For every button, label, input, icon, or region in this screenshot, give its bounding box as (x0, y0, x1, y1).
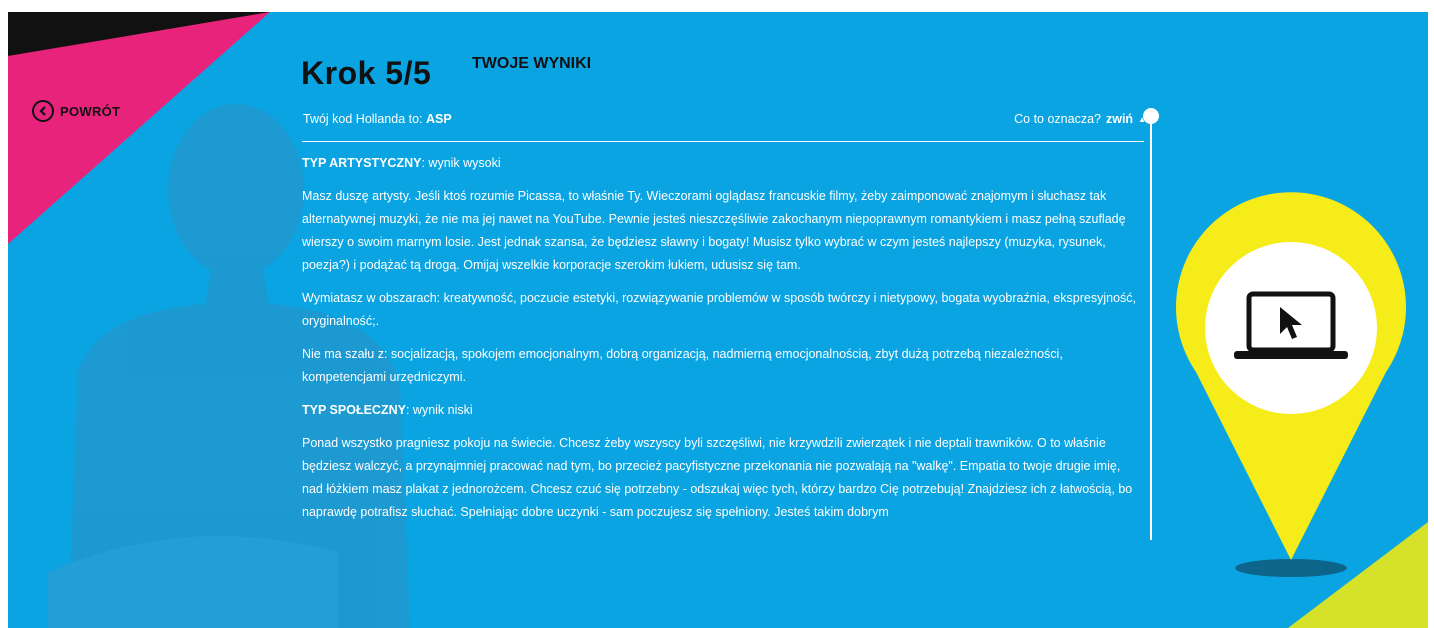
step-title: Krok 5/5 (301, 55, 432, 91)
scrollbar-track[interactable] (1150, 116, 1152, 540)
back-button[interactable]: POWRÓT (32, 100, 120, 122)
type-heading: TYP ARTYSTYCZNY: wynik wysoki (302, 156, 501, 170)
meaning-question: Co to oznacza? (1014, 112, 1101, 126)
step-subtitle: TWOJE WYNIKI (472, 55, 592, 72)
type-strengths: Wymiatasz w obszarach: kreatywność, pocz… (302, 291, 1137, 328)
holland-code-value: ASP (426, 112, 452, 126)
type-description: Masz duszę artysty. Jeśli ktoś rozumie P… (302, 189, 1126, 272)
type-heading: TYP SPOŁECZNY: wynik niski (302, 403, 473, 417)
header-divider (302, 141, 1144, 142)
scrollbar-thumb[interactable] (1143, 108, 1159, 124)
holland-code-prefix: Twój kod Hollanda to: (303, 112, 426, 126)
back-button-label: POWRÓT (60, 103, 121, 119)
type-weaknesses: Nie ma szału z: socjalizacją, spokojem e… (302, 347, 1063, 384)
results-content[interactable]: TYP ARTYSTYCZNY: wynik wysoki Masz duszę… (302, 152, 1144, 540)
map-pin-icon (1175, 192, 1406, 577)
type-description: Ponad wszystko pragniesz pokoju na świec… (302, 436, 1133, 519)
holland-code-row: Twój kod Hollanda to: ASP (303, 112, 452, 126)
results-screen: POWRÓT Krok 5/5 TWOJE WYNIKI Twój kod Ho… (8, 12, 1428, 628)
chevron-left-circle-icon (32, 100, 54, 122)
collapse-link[interactable]: zwiń (1106, 112, 1133, 126)
meaning-toggle: Co to oznacza? zwiń ▲ (1014, 112, 1146, 126)
